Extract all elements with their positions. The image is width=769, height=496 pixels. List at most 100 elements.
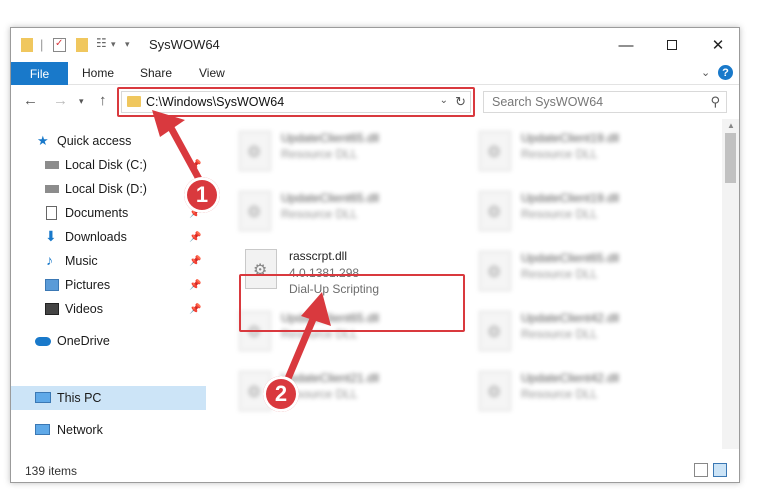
pin-icon[interactable]: 📌	[189, 304, 201, 315]
sidebar-item-this-pc[interactable]: This PC	[11, 386, 206, 410]
music-icon: ♪	[46, 252, 53, 268]
list-item[interactable]: UpdateClient19.dll Resource DLL	[475, 187, 705, 239]
up-arrow-icon[interactable]: ↑	[99, 92, 107, 109]
pictures-icon	[45, 279, 59, 291]
chevron-down-icon[interactable]: ▾	[111, 39, 116, 55]
window-title: SysWOW64	[149, 37, 220, 52]
tab-home[interactable]: Home	[82, 66, 114, 80]
sidebar-item-label: Quick access	[57, 134, 132, 148]
list-item[interactable]: UpdateClient19.dll Resource DLL	[475, 127, 705, 179]
expand-ribbon-icon[interactable]: ⌄	[701, 66, 710, 79]
back-arrow-icon[interactable]: ←	[23, 92, 38, 109]
sidebar-item-local-disk-d[interactable]: Local Disk (D:)	[11, 177, 206, 201]
sidebar-item-network[interactable]: Network	[11, 418, 206, 442]
sidebar-item-quick-access[interactable]: ★ Quick access	[11, 129, 206, 153]
star-icon: ★	[37, 133, 49, 148]
file-explorer-window: | ✓ ☷ ▾ ▾ SysWOW64 — ✕ File Home Share V…	[10, 27, 740, 483]
item-count: 139 items	[25, 464, 78, 478]
vertical-scrollbar[interactable]: ▲	[722, 119, 739, 449]
scroll-up-icon[interactable]: ▲	[727, 121, 735, 130]
network-icon	[35, 424, 50, 435]
pin-icon[interactable]: 📌	[189, 160, 201, 171]
file-description: Resource DLL	[281, 207, 358, 221]
sidebar-item-label: Music	[65, 254, 98, 268]
search-box[interactable]: Search SysWOW64 ⚲	[483, 91, 727, 113]
file-name: UpdateClient65.dll	[281, 191, 380, 205]
status-bar: 139 items	[11, 460, 739, 482]
sidebar-item-label: Local Disk (C:)	[65, 158, 147, 172]
navigation-bar: ← → ▾ ↑ C:\Windows\SysWOW64 ⌄ ↻ Search S…	[11, 85, 739, 119]
sidebar-item-music[interactable]: ♪ Music 📌	[11, 249, 206, 273]
customize-toolbar-icon[interactable]: ▾	[125, 39, 130, 55]
sidebar-item-label: Downloads	[65, 230, 127, 244]
sidebar-item-label: This PC	[57, 391, 102, 405]
properties-icon[interactable]: ✓	[53, 38, 66, 52]
sidebar-item-label: Videos	[65, 302, 103, 316]
file-name: UpdateClient65.dll	[521, 251, 620, 265]
forward-arrow-icon[interactable]: →	[53, 92, 68, 109]
dll-file-icon	[479, 131, 511, 171]
recent-locations-icon[interactable]: ▾	[79, 96, 84, 107]
dll-file-icon	[479, 371, 511, 411]
file-description: Resource DLL	[521, 147, 598, 161]
file-name: UpdateClient65.dll	[281, 131, 380, 145]
step-1-badge: 1	[184, 177, 220, 213]
file-name: UpdateClient19.dll	[521, 131, 620, 145]
dll-file-icon	[479, 191, 511, 231]
help-icon[interactable]: ?	[718, 65, 733, 80]
pin-icon[interactable]: 📌	[189, 256, 201, 267]
scroll-thumb[interactable]	[725, 133, 736, 183]
file-highlight	[239, 274, 465, 332]
close-button[interactable]: ✕	[695, 28, 739, 62]
search-placeholder: Search SysWOW64	[492, 95, 604, 109]
sidebar-item-label: Local Disk (D:)	[65, 182, 147, 196]
separator-icon: |	[40, 37, 44, 52]
tab-file[interactable]: File	[11, 62, 68, 85]
list-item[interactable]: UpdateClient65.dll Resource DLL	[475, 247, 705, 299]
download-icon: ⬇	[45, 228, 57, 244]
drive-icon	[45, 185, 59, 193]
tab-share[interactable]: Share	[140, 66, 172, 80]
list-item[interactable]: UpdateClient42.dll Resource DLL	[475, 307, 705, 359]
address-highlight	[117, 87, 475, 117]
dll-file-icon	[479, 251, 511, 291]
minimize-button[interactable]: —	[603, 28, 649, 62]
list-item[interactable]: UpdateClient65.dll Resource DLL	[235, 187, 465, 239]
videos-icon	[45, 303, 59, 315]
file-description: Resource DLL	[521, 207, 598, 221]
sidebar-item-local-disk-c[interactable]: Local Disk (C:) 📌	[11, 153, 206, 177]
file-name: UpdateClient42.dll	[521, 371, 620, 385]
tab-view[interactable]: View	[199, 66, 225, 80]
file-description: Resource DLL	[521, 387, 598, 401]
file-description: Resource DLL	[521, 327, 598, 341]
new-folder-icon[interactable]	[76, 38, 88, 52]
sidebar-item-videos[interactable]: Videos 📌	[11, 297, 206, 321]
list-item[interactable]: UpdateClient42.dll Resource DLL	[475, 367, 705, 419]
dll-file-icon	[239, 191, 271, 231]
file-description: Resource DLL	[521, 267, 598, 281]
file-name: UpdateClient42.dll	[521, 311, 620, 325]
sidebar-item-downloads[interactable]: ⬇ Downloads 📌	[11, 225, 206, 249]
cloud-icon	[35, 337, 51, 346]
drive-icon	[45, 161, 59, 169]
computer-icon	[35, 392, 51, 403]
sidebar-item-pictures[interactable]: Pictures 📌	[11, 273, 206, 297]
sidebar-item-label: Documents	[65, 206, 129, 220]
tiles-view-icon[interactable]	[713, 463, 727, 477]
details-view-icon[interactable]	[694, 463, 708, 477]
pin-icon[interactable]: 📌	[189, 232, 201, 243]
maximize-icon	[667, 40, 677, 50]
file-description: Resource DLL	[281, 147, 358, 161]
file-name: rasscrpt.dll	[289, 249, 348, 263]
sidebar-item-documents[interactable]: Documents 📌	[11, 201, 206, 225]
pin-icon[interactable]: 📌	[189, 280, 201, 291]
maximize-button[interactable]	[649, 28, 695, 62]
document-icon	[46, 206, 57, 220]
dll-file-icon	[239, 131, 271, 171]
list-view-icon[interactable]: ☷	[96, 36, 107, 52]
close-icon: ✕	[711, 37, 725, 54]
dll-file-icon	[479, 311, 511, 351]
sidebar-item-onedrive[interactable]: OneDrive	[11, 329, 206, 353]
list-item[interactable]: UpdateClient65.dll Resource DLL	[235, 127, 465, 179]
search-icon: ⚲	[710, 94, 720, 109]
